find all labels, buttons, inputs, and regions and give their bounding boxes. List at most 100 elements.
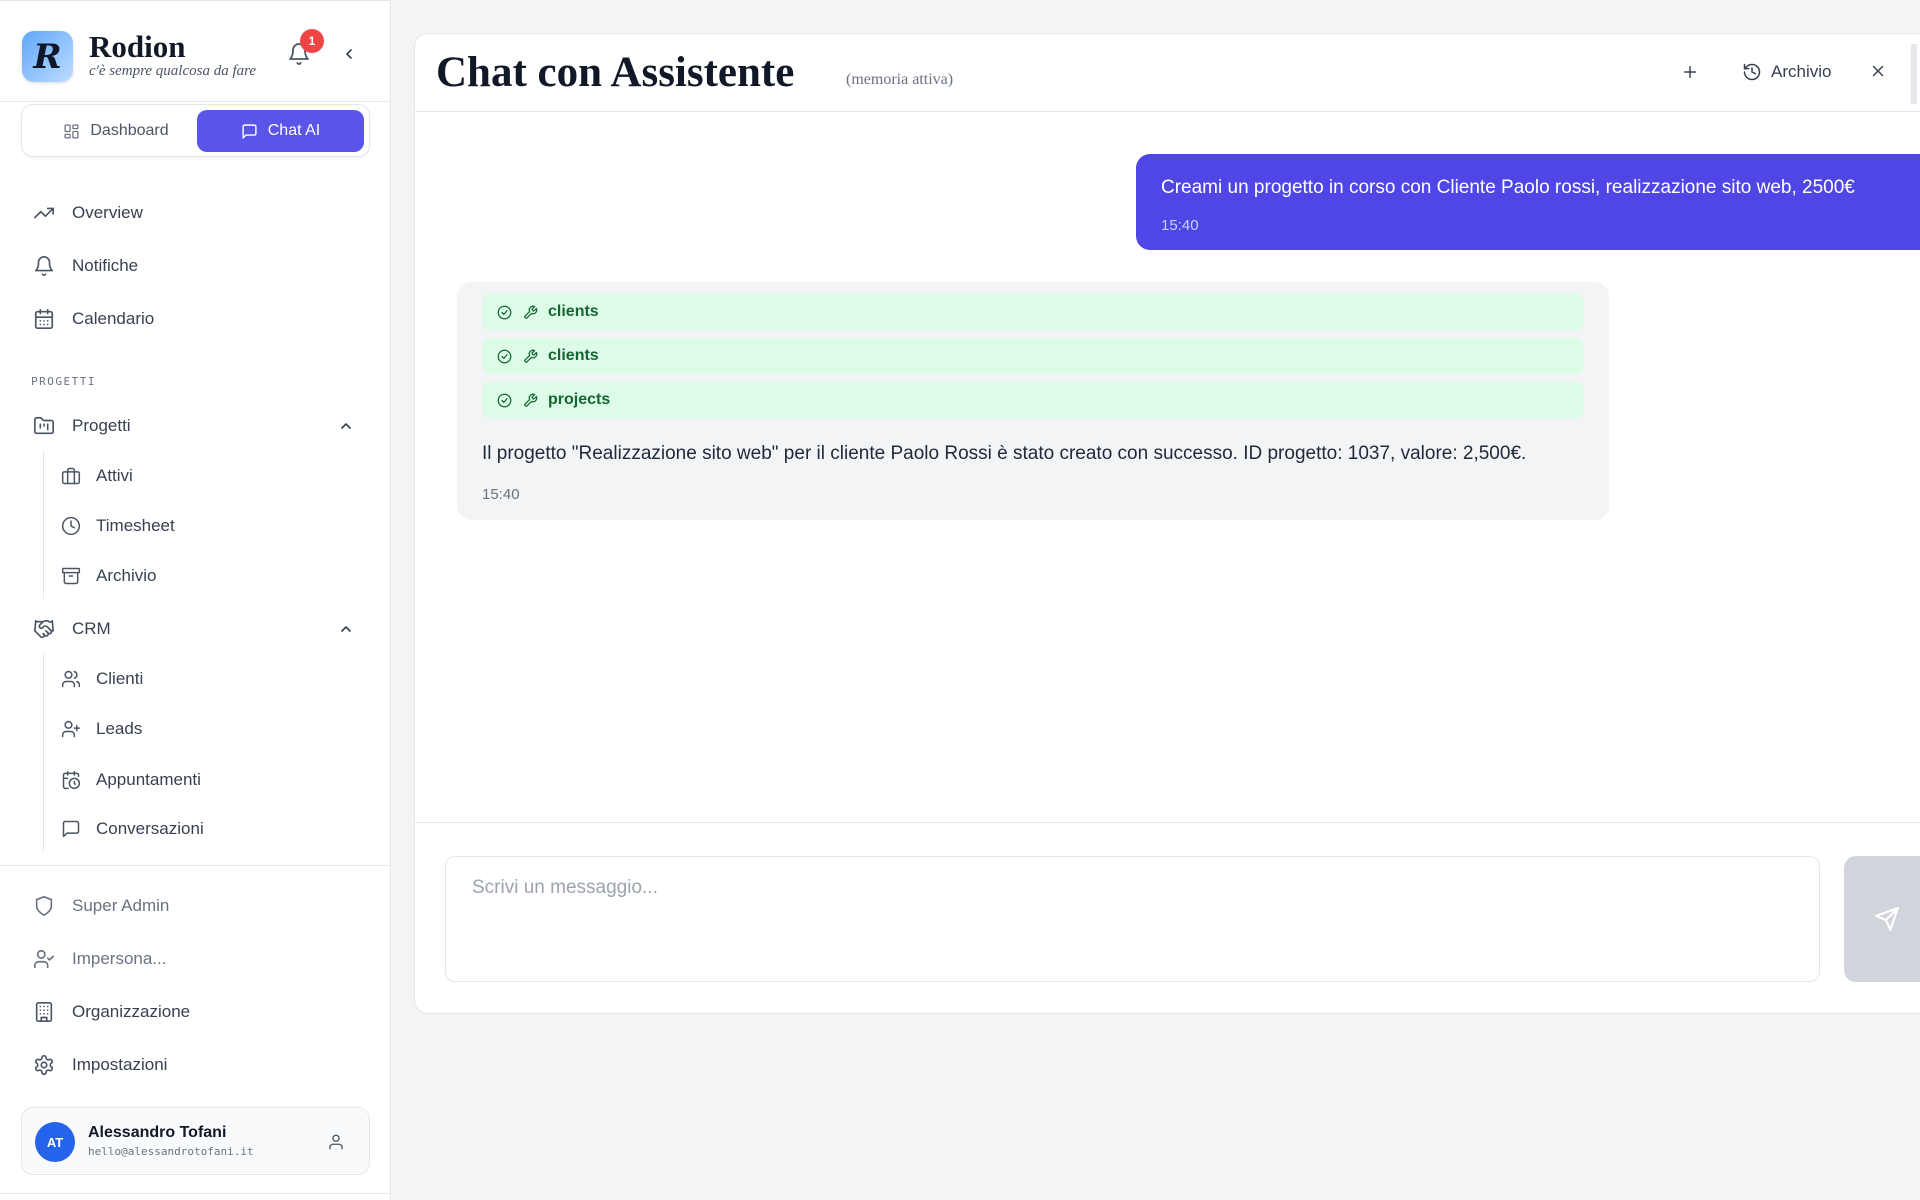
- sidebar: R Rodion c'è sempre qualcosa da fare 1 D…: [0, 0, 391, 1200]
- nav-impersona-label: Impersona...: [72, 949, 167, 968]
- progetti-tree-line: [43, 451, 44, 599]
- send-button[interactable]: [1844, 856, 1920, 982]
- page-title: Chat con Assistente: [436, 49, 795, 96]
- send-icon: [1875, 907, 1899, 931]
- tool-call-chip: projects: [482, 382, 1584, 418]
- nav-conversazioni[interactable]: Conversazioni: [60, 813, 204, 845]
- user-email: hello@alessandrotofani.it: [88, 1145, 254, 1158]
- check-circle-icon: [496, 348, 512, 364]
- shield-icon: [32, 894, 56, 918]
- nav-notifiche-label: Notifiche: [72, 256, 139, 275]
- archive-button[interactable]: Archivio: [1742, 57, 1831, 87]
- nav-appuntamenti[interactable]: Appuntamenti: [60, 764, 201, 796]
- section-label-progetti: PROGETTI: [31, 375, 96, 388]
- collapse-sidebar-chevron-left-icon[interactable]: [336, 39, 362, 69]
- check-circle-icon: [496, 392, 512, 408]
- progetti-chevron-up-icon[interactable]: [334, 414, 358, 438]
- nav-timesheet[interactable]: Timesheet: [60, 510, 175, 542]
- app-tagline: c'è sempre qualcosa da fare: [89, 63, 257, 79]
- nav-overview-label: Overview: [72, 203, 143, 222]
- nav-impostazioni-label: Impostazioni: [72, 1055, 168, 1074]
- archive-button-label: Archivio: [1771, 62, 1832, 81]
- nav-notifiche[interactable]: Notifiche: [32, 249, 138, 283]
- nav-clienti-label: Clienti: [96, 669, 144, 688]
- avatar: AT: [35, 1122, 75, 1162]
- user-card[interactable]: AT Alessandro Tofani hello@alessandrotof…: [21, 1107, 370, 1175]
- tool-call-name: clients: [548, 347, 599, 364]
- nav-appuntamenti-label: Appuntamenti: [96, 770, 201, 789]
- logo-letter: R: [33, 36, 62, 77]
- user-message-text: Creami un progetto in corso con Cliente …: [1161, 177, 1855, 198]
- message-square-icon: [60, 818, 82, 840]
- gear-icon: [32, 1053, 56, 1077]
- user-name: Alessandro Tofani: [88, 1124, 227, 1141]
- clock-icon: [60, 515, 82, 537]
- scroll-edge: [1911, 44, 1917, 104]
- composer: [415, 822, 1920, 1013]
- nav-impersona[interactable]: Impersona...: [32, 942, 167, 976]
- divider: [0, 1193, 391, 1194]
- app-logo[interactable]: R: [22, 31, 73, 82]
- trending-up-icon: [32, 201, 56, 225]
- message-input[interactable]: [445, 856, 1820, 982]
- user-plus-icon: [60, 718, 82, 740]
- nav-calendario[interactable]: Calendario: [32, 302, 154, 336]
- wrench-icon: [522, 392, 538, 408]
- users-icon: [60, 668, 82, 690]
- message-timestamp: 15:40: [1161, 217, 1199, 234]
- wrench-icon: [522, 348, 538, 364]
- nav-impostazioni[interactable]: Impostazioni: [32, 1048, 167, 1082]
- nav-timesheet-label: Timesheet: [96, 516, 175, 535]
- briefcase-icon: [60, 465, 82, 487]
- chat-ai-button-label: Chat AI: [267, 122, 321, 139]
- handshake-icon: [32, 617, 56, 641]
- nav-clienti[interactable]: Clienti: [60, 663, 143, 695]
- app-name: Rodion: [89, 29, 186, 64]
- view-switcher: Dashboard Chat AI: [21, 104, 370, 157]
- divider: [0, 101, 391, 102]
- calendar-icon: [32, 307, 56, 331]
- crm-tree-line: [43, 654, 44, 852]
- chat-header: Chat con Assistente (memoria attiva) Arc…: [415, 34, 1920, 112]
- nav-overview[interactable]: Overview: [32, 196, 143, 230]
- chat-panel: Chat con Assistente (memoria attiva) Arc…: [414, 33, 1920, 1014]
- folder-icon: [32, 414, 56, 438]
- tool-call-name: projects: [548, 391, 611, 408]
- tool-call-chip: clients: [482, 338, 1584, 374]
- assistant-message-bubble: clients clients projects Il progetto "Re…: [457, 282, 1609, 520]
- nav-crm[interactable]: CRM: [32, 612, 111, 646]
- wrench-icon: [522, 304, 538, 320]
- new-chat-plus-icon[interactable]: [1677, 59, 1703, 85]
- tool-call-name: clients: [548, 303, 599, 320]
- nav-attivi-label: Attivi: [96, 466, 133, 485]
- nav-attivi[interactable]: Attivi: [60, 460, 133, 492]
- nav-leads-label: Leads: [96, 719, 143, 738]
- check-circle-icon: [496, 304, 512, 320]
- crm-chevron-up-icon[interactable]: [334, 617, 358, 641]
- nav-organizzazione[interactable]: Organizzazione: [32, 995, 190, 1029]
- nav-progetti-label: Progetti: [72, 416, 131, 435]
- dashboard-button-label: Dashboard: [90, 122, 169, 139]
- nav-calendario-label: Calendario: [72, 309, 155, 328]
- nav-super-admin-label: Super Admin: [72, 896, 170, 915]
- nav-crm-label: CRM: [72, 619, 111, 638]
- divider: [0, 865, 391, 866]
- nav-archivio[interactable]: Archivio: [60, 560, 156, 592]
- message-timestamp: 15:40: [482, 486, 520, 503]
- close-icon[interactable]: [1865, 58, 1891, 84]
- user-message-bubble: Creami un progetto in corso con Cliente …: [1136, 154, 1920, 250]
- user-profile-icon[interactable]: [324, 1130, 348, 1154]
- chat-bubble-icon: [242, 123, 257, 139]
- nav-progetti[interactable]: Progetti: [32, 409, 131, 443]
- nav-super-admin[interactable]: Super Admin: [32, 889, 169, 923]
- dashboard-button[interactable]: Dashboard: [28, 110, 204, 152]
- memory-status: (memoria attiva): [846, 71, 954, 88]
- chat-ai-button[interactable]: Chat AI: [197, 110, 364, 152]
- history-icon: [1743, 63, 1761, 81]
- nav-leads[interactable]: Leads: [60, 713, 142, 745]
- assistant-message-text: Il progetto "Realizzazione sito web" per…: [482, 443, 1527, 464]
- dashboard-grid-icon: [64, 123, 79, 139]
- notification-count-badge[interactable]: 1: [300, 29, 324, 53]
- archive-box-icon: [60, 565, 82, 587]
- bell-icon: [32, 254, 56, 278]
